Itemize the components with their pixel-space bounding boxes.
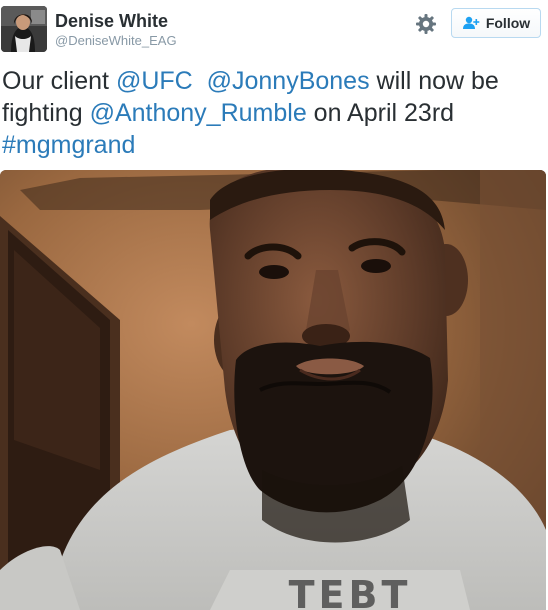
tweet-line-3: #mgmgrand [2, 129, 542, 161]
mention-anthony-rumble[interactable]: @Anthony_Rumble [90, 99, 307, 127]
tweet-header: Denise White @DeniseWhite_EAG Follow [0, 0, 548, 58]
add-user-icon [462, 16, 480, 29]
text-segment: on April 23rd [306, 99, 455, 127]
follow-label: Follow [485, 15, 531, 31]
tweet-text: Our client @UFC @JonnyBones will now be … [2, 65, 542, 161]
text-segment: Our client [2, 67, 116, 95]
avatar-image [1, 6, 47, 52]
screen-name[interactable]: @DeniseWhite_EAG [55, 33, 177, 49]
text-segment: fighting [2, 99, 90, 127]
text-segment [193, 67, 207, 95]
follow-button[interactable]: Follow [451, 8, 541, 38]
gear-icon[interactable] [414, 12, 438, 36]
mention-ufc[interactable]: @UFC [116, 67, 193, 95]
hashtag-mgmgrand[interactable]: #mgmgrand [2, 131, 135, 159]
shirt-text: TEBT [289, 573, 412, 610]
tweet-media-video[interactable]: TEBT [0, 170, 546, 610]
tweet-card: Denise White @DeniseWhite_EAG Follow Our… [0, 0, 548, 610]
video-still-image: TEBT [0, 170, 546, 610]
avatar[interactable] [1, 6, 47, 52]
text-segment: will now be [369, 67, 499, 95]
mention-jonnybones[interactable]: @JonnyBones [207, 67, 370, 95]
tweet-line-1: Our client @UFC @JonnyBones will now be [2, 65, 542, 97]
tweet-line-2: fighting @Anthony_Rumble on April 23rd [2, 97, 542, 129]
display-name[interactable]: Denise White [55, 10, 168, 32]
